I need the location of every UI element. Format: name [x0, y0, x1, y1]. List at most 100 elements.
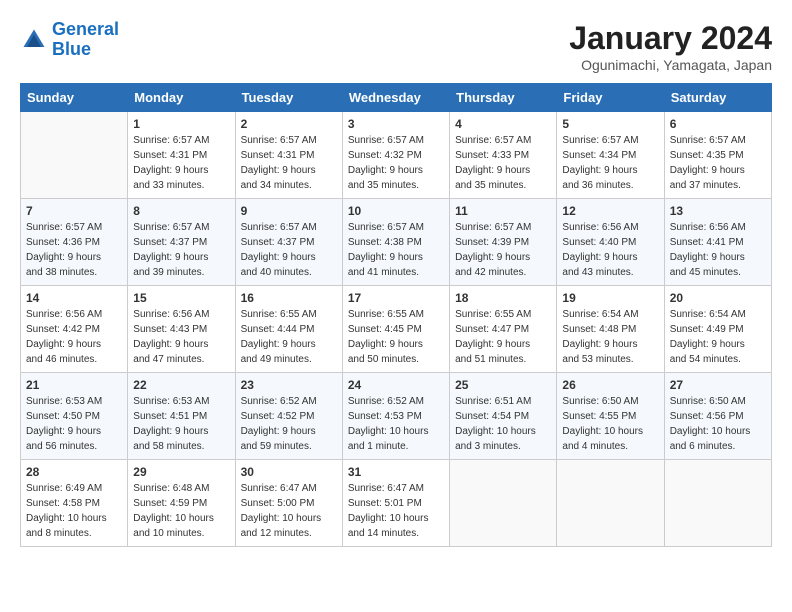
calendar-cell: 26Sunrise: 6:50 AM Sunset: 4:55 PM Dayli…	[557, 373, 664, 460]
day-info: Sunrise: 6:57 AM Sunset: 4:39 PM Dayligh…	[455, 220, 551, 280]
calendar-cell: 6 Sunrise: 6:57 AM Sunset: 4:35 PM Daylig…	[664, 112, 771, 199]
calendar-cell: 29Sunrise: 6:48 AM Sunset: 4:59 PM Dayli…	[128, 460, 235, 547]
day-info: Sunrise: 6:57 AM Sunset: 4:32 PM Dayligh…	[348, 133, 444, 193]
day-info: Sunrise: 6:56 AM Sunset: 4:43 PM Dayligh…	[133, 307, 229, 367]
logo-icon	[20, 26, 48, 54]
calendar-cell: 27 Sunrise: 6:50 AM Sunset: 4:56 PM Dayli…	[664, 373, 771, 460]
day-info: Sunrise: 6:57 AM Sunset: 4:31 PM Dayligh…	[241, 133, 337, 193]
calendar-cell: 10 Sunrise: 6:57 AM Sunset: 4:38 PM Dayli…	[342, 199, 449, 286]
calendar-cell	[21, 112, 128, 199]
weekday-header-monday: Monday	[128, 84, 235, 112]
calendar-cell: 1Sunrise: 6:57 AM Sunset: 4:31 PM Daylig…	[128, 112, 235, 199]
day-info: Sunrise: 6:51 AM Sunset: 4:54 PM Dayligh…	[455, 394, 551, 454]
day-number: 11	[455, 204, 551, 218]
day-info: Sunrise: 6:55 AM Sunset: 4:44 PM Dayligh…	[241, 307, 337, 367]
day-number: 31	[348, 465, 444, 479]
day-info: Sunrise: 6:54 AM Sunset: 4:48 PM Dayligh…	[562, 307, 658, 367]
day-number: 1	[133, 117, 229, 131]
day-number: 19	[562, 291, 658, 305]
weekday-header-tuesday: Tuesday	[235, 84, 342, 112]
day-info: Sunrise: 6:47 AM Sunset: 5:01 PM Dayligh…	[348, 481, 444, 541]
day-info: Sunrise: 6:55 AM Sunset: 4:45 PM Dayligh…	[348, 307, 444, 367]
calendar-cell: 28Sunrise: 6:49 AM Sunset: 4:58 PM Dayli…	[21, 460, 128, 547]
day-info: Sunrise: 6:56 AM Sunset: 4:40 PM Dayligh…	[562, 220, 658, 280]
logo: General Blue	[20, 20, 119, 60]
weekday-header-friday: Friday	[557, 84, 664, 112]
weekday-header-wednesday: Wednesday	[342, 84, 449, 112]
day-info: Sunrise: 6:50 AM Sunset: 4:56 PM Dayligh…	[670, 394, 766, 454]
calendar-cell: 19 Sunrise: 6:54 AM Sunset: 4:48 PM Dayli…	[557, 286, 664, 373]
calendar-cell: 5 Sunrise: 6:57 AM Sunset: 4:34 PM Daylig…	[557, 112, 664, 199]
day-number: 6	[670, 117, 766, 131]
day-number: 21	[26, 378, 122, 392]
day-number: 5	[562, 117, 658, 131]
day-info: Sunrise: 6:57 AM Sunset: 4:35 PM Dayligh…	[670, 133, 766, 193]
weekday-header-sunday: Sunday	[21, 84, 128, 112]
day-number: 15	[133, 291, 229, 305]
calendar-cell: 14 Sunrise: 6:56 AM Sunset: 4:42 PM Dayli…	[21, 286, 128, 373]
logo-text: General Blue	[52, 20, 119, 60]
day-info: Sunrise: 6:49 AM Sunset: 4:58 PM Dayligh…	[26, 481, 122, 541]
calendar-cell: 16 Sunrise: 6:55 AM Sunset: 4:44 PM Dayli…	[235, 286, 342, 373]
day-number: 10	[348, 204, 444, 218]
day-info: Sunrise: 6:47 AM Sunset: 5:00 PM Dayligh…	[241, 481, 337, 541]
calendar-cell: 11 Sunrise: 6:57 AM Sunset: 4:39 PM Dayli…	[450, 199, 557, 286]
day-info: Sunrise: 6:54 AM Sunset: 4:49 PM Dayligh…	[670, 307, 766, 367]
day-number: 26	[562, 378, 658, 392]
calendar-cell: 20 Sunrise: 6:54 AM Sunset: 4:49 PM Dayli…	[664, 286, 771, 373]
day-info: Sunrise: 6:56 AM Sunset: 4:42 PM Dayligh…	[26, 307, 122, 367]
day-number: 22	[133, 378, 229, 392]
day-number: 12	[562, 204, 658, 218]
calendar-cell: 24Sunrise: 6:52 AM Sunset: 4:53 PM Dayli…	[342, 373, 449, 460]
day-number: 24	[348, 378, 444, 392]
day-number: 14	[26, 291, 122, 305]
calendar-cell: 3 Sunrise: 6:57 AM Sunset: 4:32 PM Daylig…	[342, 112, 449, 199]
day-number: 20	[670, 291, 766, 305]
day-number: 3	[348, 117, 444, 131]
day-number: 16	[241, 291, 337, 305]
weekday-header-thursday: Thursday	[450, 84, 557, 112]
calendar-table: SundayMondayTuesdayWednesdayThursdayFrid…	[20, 83, 772, 547]
day-number: 2	[241, 117, 337, 131]
calendar-week-row: 21 Sunrise: 6:53 AM Sunset: 4:50 PM Dayli…	[21, 373, 772, 460]
day-info: Sunrise: 6:57 AM Sunset: 4:38 PM Dayligh…	[348, 220, 444, 280]
calendar-cell: 7Sunrise: 6:57 AM Sunset: 4:36 PM Daylig…	[21, 199, 128, 286]
day-number: 9	[241, 204, 337, 218]
calendar-cell: 4Sunrise: 6:57 AM Sunset: 4:33 PM Daylig…	[450, 112, 557, 199]
location-subtitle: Ogunimachi, Yamagata, Japan	[569, 57, 772, 73]
calendar-cell: 25Sunrise: 6:51 AM Sunset: 4:54 PM Dayli…	[450, 373, 557, 460]
calendar-cell	[450, 460, 557, 547]
calendar-cell: 23Sunrise: 6:52 AM Sunset: 4:52 PM Dayli…	[235, 373, 342, 460]
day-info: Sunrise: 6:52 AM Sunset: 4:52 PM Dayligh…	[241, 394, 337, 454]
calendar-cell: 22Sunrise: 6:53 AM Sunset: 4:51 PM Dayli…	[128, 373, 235, 460]
calendar-cell	[664, 460, 771, 547]
day-info: Sunrise: 6:55 AM Sunset: 4:47 PM Dayligh…	[455, 307, 551, 367]
day-number: 30	[241, 465, 337, 479]
day-info: Sunrise: 6:57 AM Sunset: 4:33 PM Dayligh…	[455, 133, 551, 193]
day-info: Sunrise: 6:57 AM Sunset: 4:34 PM Dayligh…	[562, 133, 658, 193]
calendar-cell: 21 Sunrise: 6:53 AM Sunset: 4:50 PM Dayli…	[21, 373, 128, 460]
calendar-week-row: 14 Sunrise: 6:56 AM Sunset: 4:42 PM Dayli…	[21, 286, 772, 373]
calendar-cell: 18Sunrise: 6:55 AM Sunset: 4:47 PM Dayli…	[450, 286, 557, 373]
calendar-cell: 8Sunrise: 6:57 AM Sunset: 4:37 PM Daylig…	[128, 199, 235, 286]
day-info: Sunrise: 6:56 AM Sunset: 4:41 PM Dayligh…	[670, 220, 766, 280]
calendar-week-row: 28Sunrise: 6:49 AM Sunset: 4:58 PM Dayli…	[21, 460, 772, 547]
day-number: 27	[670, 378, 766, 392]
weekday-header-row: SundayMondayTuesdayWednesdayThursdayFrid…	[21, 84, 772, 112]
day-info: Sunrise: 6:57 AM Sunset: 4:37 PM Dayligh…	[133, 220, 229, 280]
day-number: 17	[348, 291, 444, 305]
calendar-cell: 15 Sunrise: 6:56 AM Sunset: 4:43 PM Dayli…	[128, 286, 235, 373]
calendar-week-row: 1 Sunrise: 6:57 AM Sunset: 4:31 PM Daylig…	[21, 112, 772, 199]
calendar-cell: 17 Sunrise: 6:55 AM Sunset: 4:45 PM Dayli…	[342, 286, 449, 373]
calendar-cell	[557, 460, 664, 547]
calendar-cell: 9Sunrise: 6:57 AM Sunset: 4:37 PM Daylig…	[235, 199, 342, 286]
calendar-cell: 2 Sunrise: 6:57 AM Sunset: 4:31 PM Daylig…	[235, 112, 342, 199]
calendar-cell: 13Sunrise: 6:56 AM Sunset: 4:41 PM Dayli…	[664, 199, 771, 286]
calendar-week-row: 7Sunrise: 6:57 AM Sunset: 4:36 PM Daylig…	[21, 199, 772, 286]
weekday-header-saturday: Saturday	[664, 84, 771, 112]
day-info: Sunrise: 6:48 AM Sunset: 4:59 PM Dayligh…	[133, 481, 229, 541]
day-info: Sunrise: 6:53 AM Sunset: 4:50 PM Dayligh…	[26, 394, 122, 454]
day-number: 7	[26, 204, 122, 218]
title-block: January 2024 Ogunimachi, Yamagata, Japan	[569, 20, 772, 73]
logo-line1: General	[52, 19, 119, 39]
